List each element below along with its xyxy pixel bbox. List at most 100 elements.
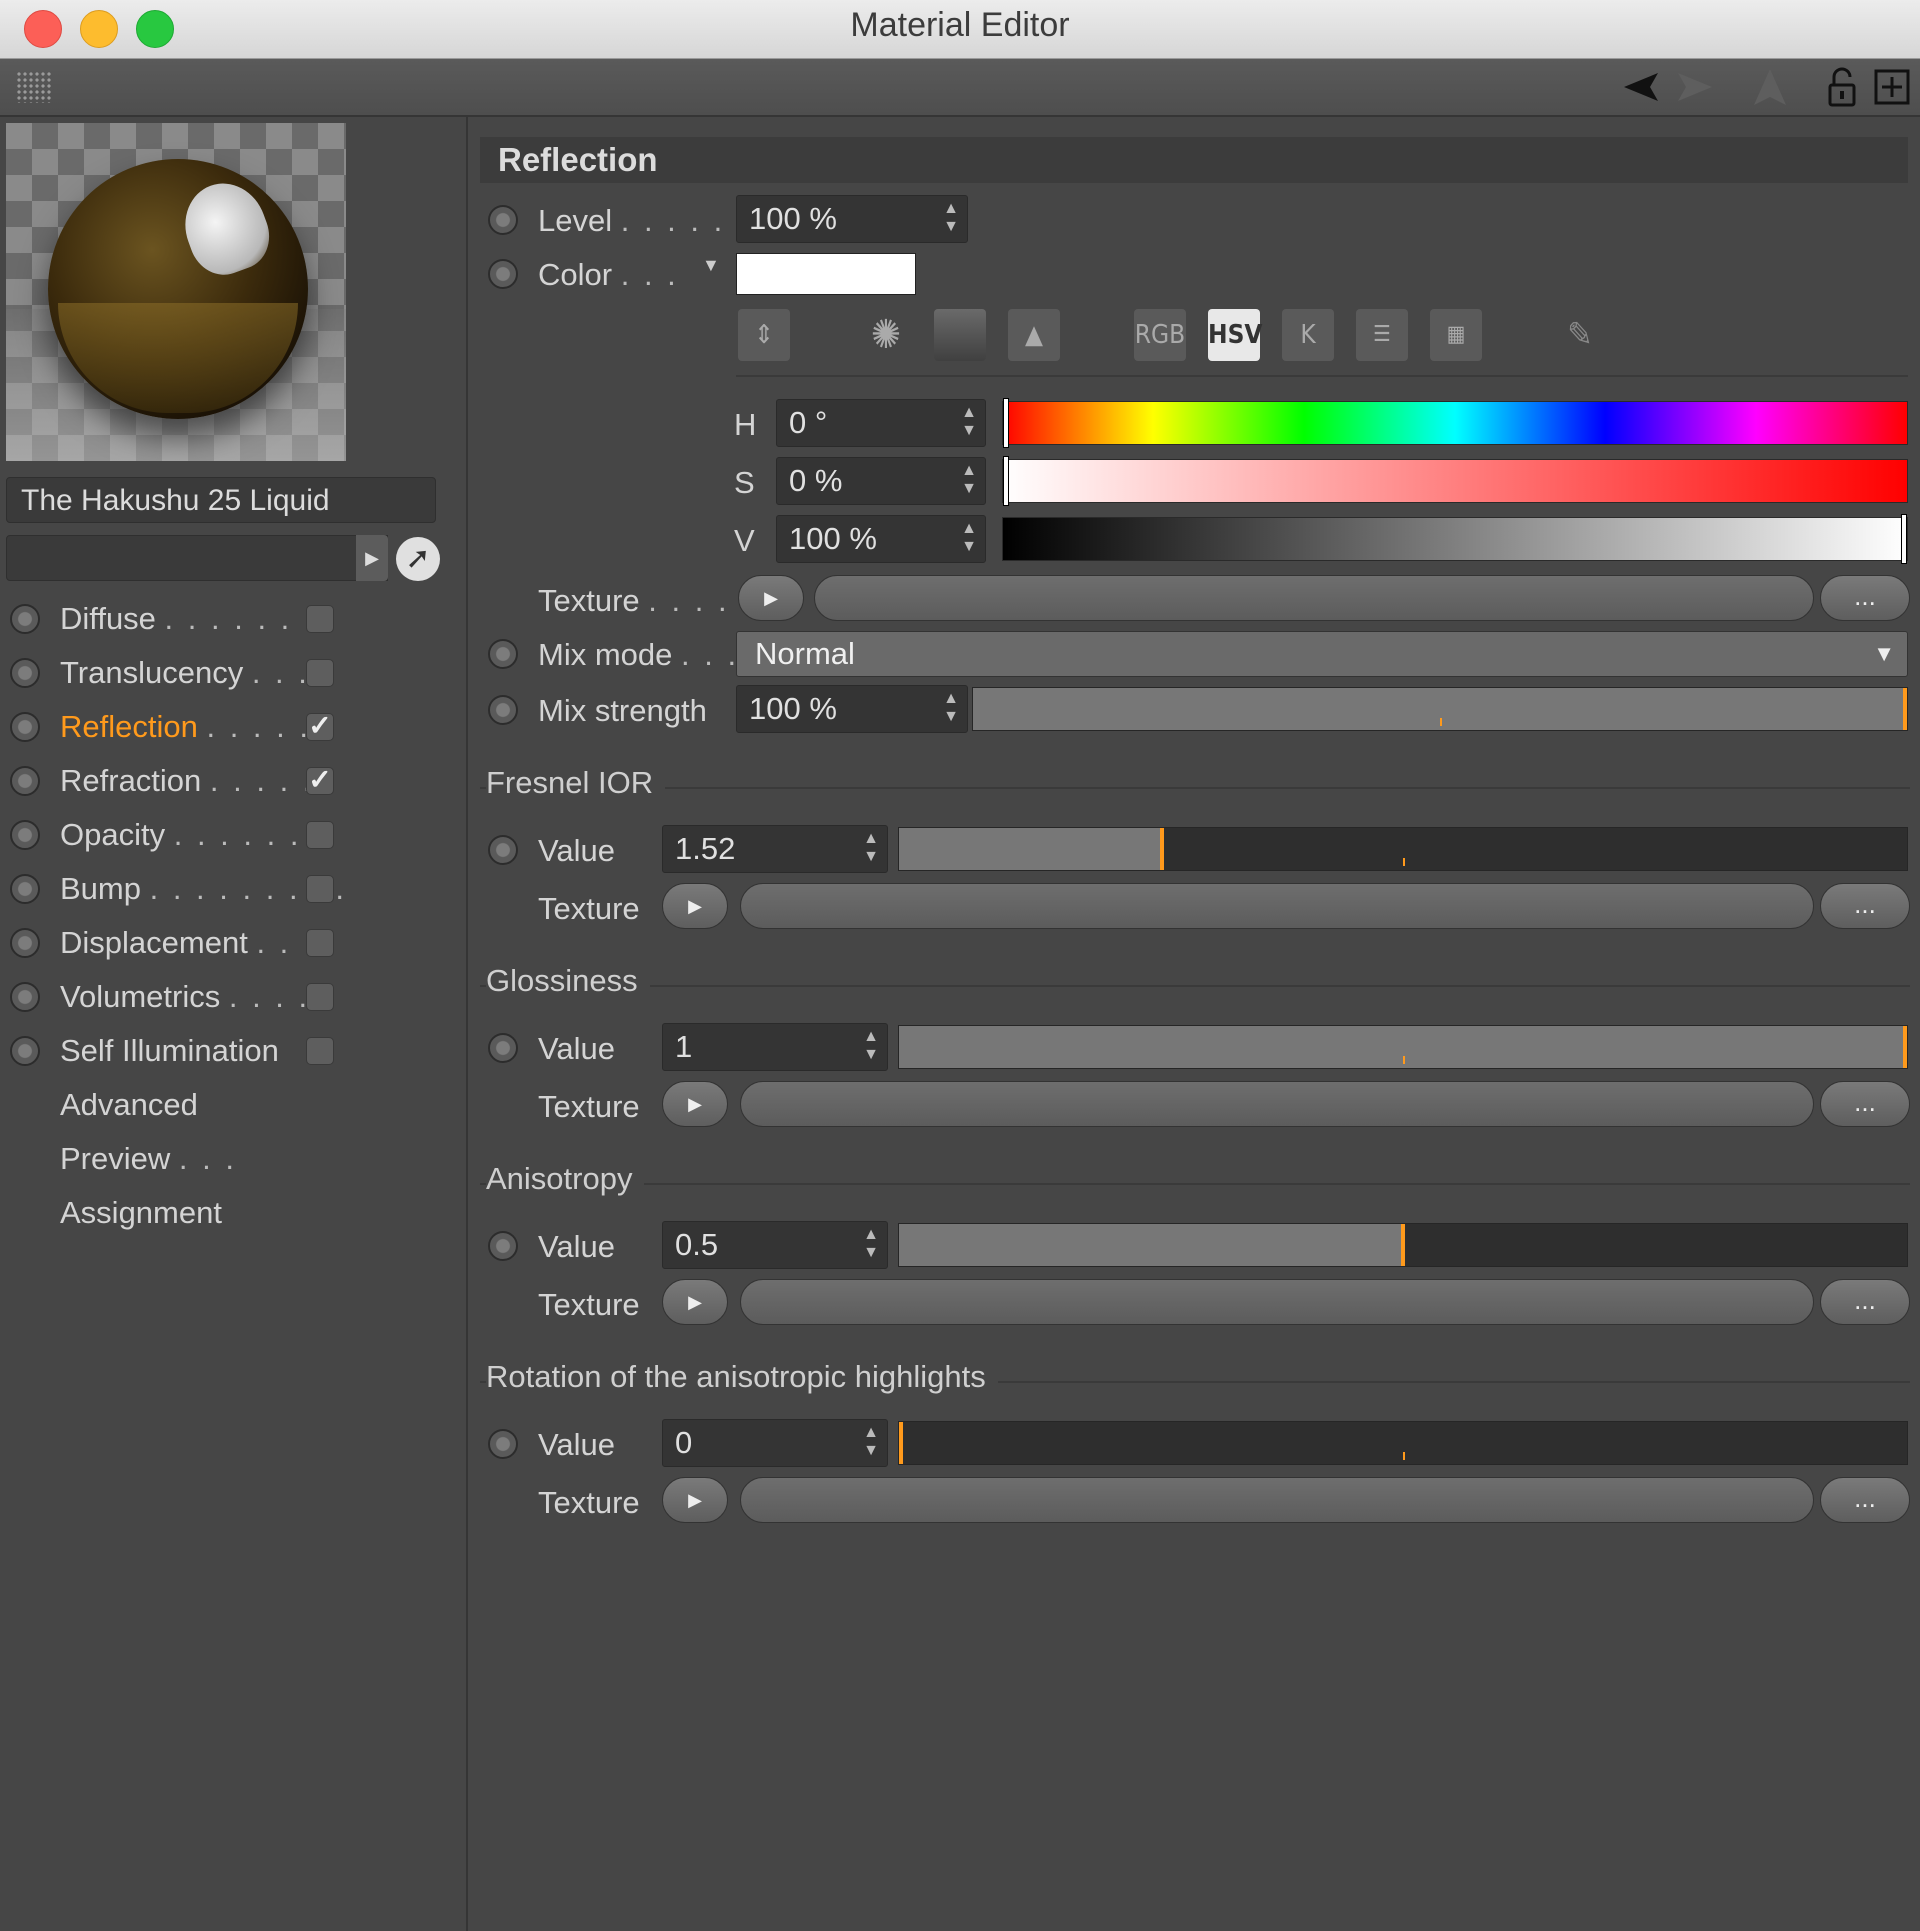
fresnel-texture-field[interactable] xyxy=(740,883,1814,929)
up-arrow-icon[interactable] xyxy=(1748,67,1792,107)
channel-refraction[interactable]: Refraction . . . . . ✓ xyxy=(10,759,450,803)
anisotropy-value-input[interactable]: 0.5 ▲ ▼ xyxy=(662,1221,888,1269)
forward-arrow-icon[interactable] xyxy=(1672,67,1716,107)
color-picker-square-icon[interactable] xyxy=(934,309,986,361)
mix-mode-animate-radio-icon[interactable] xyxy=(488,639,518,669)
hue-slider-knob[interactable] xyxy=(1003,398,1009,448)
color-animate-radio-icon[interactable] xyxy=(488,259,518,289)
level-input[interactable]: 100 % ▲ ▼ xyxy=(736,195,968,243)
value-input[interactable]: 100 % ▲ ▼ xyxy=(776,515,986,563)
color-menu-arrow-icon[interactable]: ▼ xyxy=(702,255,720,276)
material-name-field[interactable]: The Hakushu 25 Liquid xyxy=(6,477,436,523)
channel-self-illumination[interactable]: Self Illumination xyxy=(10,1029,450,1073)
grip-handle-icon[interactable] xyxy=(16,71,52,103)
texture-arrow-icon[interactable]: ▶ xyxy=(738,575,804,621)
glossiness-texture-field[interactable] xyxy=(740,1081,1814,1127)
glossiness-texture-more-button[interactable]: ... xyxy=(1820,1081,1910,1127)
fresnel-value-slider[interactable] xyxy=(898,827,1908,871)
value-slider[interactable] xyxy=(1002,514,1908,564)
saturation-input[interactable]: 0 % ▲ ▼ xyxy=(776,457,986,505)
channel-checkbox[interactable] xyxy=(306,875,334,903)
mix-strength-slider[interactable] xyxy=(972,687,1908,731)
fresnel-texture-more-button[interactable]: ... xyxy=(1820,883,1910,929)
pick-cursor-icon[interactable]: ➚ xyxy=(396,537,440,581)
channel-checkbox[interactable] xyxy=(306,605,334,633)
rgb-mode-button[interactable]: RGB xyxy=(1134,309,1186,361)
animate-radio-icon[interactable] xyxy=(10,820,40,850)
texture-more-button[interactable]: ... xyxy=(1820,575,1910,621)
texture-arrow-icon[interactable]: ▶ xyxy=(662,1081,728,1127)
rotation-animate-radio-icon[interactable] xyxy=(488,1429,518,1459)
texture-link-field[interactable] xyxy=(814,575,1814,621)
channel-reflection[interactable]: Reflection . . . . . ✓ xyxy=(10,705,450,749)
color-wheel-icon[interactable]: ✺ xyxy=(860,309,912,361)
mix-strength-animate-radio-icon[interactable] xyxy=(488,695,518,725)
channel-checkbox[interactable]: ✓ xyxy=(306,712,334,741)
channel-label: Reflection . . . . . xyxy=(60,709,311,744)
color-swatch[interactable] xyxy=(736,253,916,295)
glossiness-value-input[interactable]: 1 ▲ ▼ xyxy=(662,1023,888,1071)
channel-volumetrics[interactable]: Volumetrics . . . . xyxy=(10,975,450,1019)
channel-checkbox[interactable] xyxy=(306,1037,334,1065)
mix-strength-label: Mix strength xyxy=(538,693,707,728)
channel-checkbox[interactable] xyxy=(306,821,334,849)
animate-radio-icon[interactable] xyxy=(10,1036,40,1066)
fresnel-animate-radio-icon[interactable] xyxy=(488,835,518,865)
texture-arrow-icon[interactable]: ▶ xyxy=(662,1477,728,1523)
animate-radio-icon[interactable] xyxy=(10,604,40,634)
animate-radio-icon[interactable] xyxy=(10,658,40,688)
channel-opacity[interactable]: Opacity . . . . . . . xyxy=(10,813,450,857)
channel-bump[interactable]: Bump . . . . . . . . . xyxy=(10,867,450,911)
rotation-value-slider[interactable] xyxy=(898,1421,1908,1465)
glossiness-animate-radio-icon[interactable] xyxy=(488,1033,518,1063)
channel-checkbox[interactable]: ✓ xyxy=(306,766,334,795)
section-assignment[interactable]: Assignment xyxy=(60,1195,222,1231)
rotation-value-input[interactable]: 0 ▲ ▼ xyxy=(662,1419,888,1467)
mix-strength-input[interactable]: 100 % ▲ ▼ xyxy=(736,685,968,733)
animate-radio-icon[interactable] xyxy=(10,766,40,796)
channel-checkbox[interactable] xyxy=(306,659,334,687)
hue-slider[interactable] xyxy=(1002,398,1908,448)
animate-radio-icon[interactable] xyxy=(10,928,40,958)
hue-input[interactable]: 0 ° ▲ ▼ xyxy=(776,399,986,447)
animate-radio-icon[interactable] xyxy=(10,874,40,904)
channel-checkbox[interactable] xyxy=(306,983,334,1011)
section-advanced[interactable]: Advanced xyxy=(60,1087,198,1123)
texture-arrow-icon[interactable]: ▶ xyxy=(662,1279,728,1325)
material-link-arrow-icon[interactable]: ▶ xyxy=(356,535,388,581)
saturation-slider-knob[interactable] xyxy=(1003,456,1009,506)
lock-icon[interactable] xyxy=(1820,67,1864,107)
anisotropy-value-slider[interactable] xyxy=(898,1223,1908,1267)
hsv-mode-button[interactable]: HSV xyxy=(1208,309,1263,361)
rotation-texture-field[interactable] xyxy=(740,1477,1814,1523)
level-animate-radio-icon[interactable] xyxy=(488,205,518,235)
texture-arrow-icon[interactable]: ▶ xyxy=(662,883,728,929)
channel-displacement[interactable]: Displacement . . xyxy=(10,921,450,965)
animate-radio-icon[interactable] xyxy=(10,712,40,742)
fresnel-value-input[interactable]: 1.52 ▲ ▼ xyxy=(662,825,888,873)
anisotropy-texture-more-button[interactable]: ... xyxy=(1820,1279,1910,1325)
saturation-slider[interactable] xyxy=(1002,456,1908,506)
material-preview[interactable] xyxy=(6,123,346,461)
mixer-sliders-icon[interactable]: ☰ xyxy=(1356,309,1408,361)
eyedropper-icon[interactable]: ✎ xyxy=(1554,309,1606,361)
material-link-field[interactable] xyxy=(6,535,388,581)
channel-diffuse[interactable]: Diffuse . . . . . . . . xyxy=(10,597,450,641)
anisotropy-texture-field[interactable] xyxy=(740,1279,1814,1325)
back-arrow-icon[interactable] xyxy=(1620,67,1664,107)
new-window-icon[interactable] xyxy=(1870,67,1914,107)
stepper-icon: ▲ ▼ xyxy=(961,462,977,497)
mix-mode-select[interactable]: Normal ▼ xyxy=(736,631,1908,677)
section-preview[interactable]: Preview . . . xyxy=(60,1141,237,1177)
kelvin-mode-button[interactable]: K xyxy=(1282,309,1334,361)
value-slider-knob[interactable] xyxy=(1901,514,1907,564)
channel-checkbox[interactable] xyxy=(306,929,334,957)
channel-translucency[interactable]: Translucency . . . xyxy=(10,651,450,695)
animate-radio-icon[interactable] xyxy=(10,982,40,1012)
anisotropy-animate-radio-icon[interactable] xyxy=(488,1231,518,1261)
swatches-icon[interactable]: ▦ xyxy=(1430,309,1482,361)
glossiness-value-slider[interactable] xyxy=(898,1025,1908,1069)
color-spectrum-icon[interactable]: ⇕ xyxy=(738,309,790,361)
image-icon[interactable]: ▲ xyxy=(1008,309,1060,361)
rotation-texture-more-button[interactable]: ... xyxy=(1820,1477,1910,1523)
